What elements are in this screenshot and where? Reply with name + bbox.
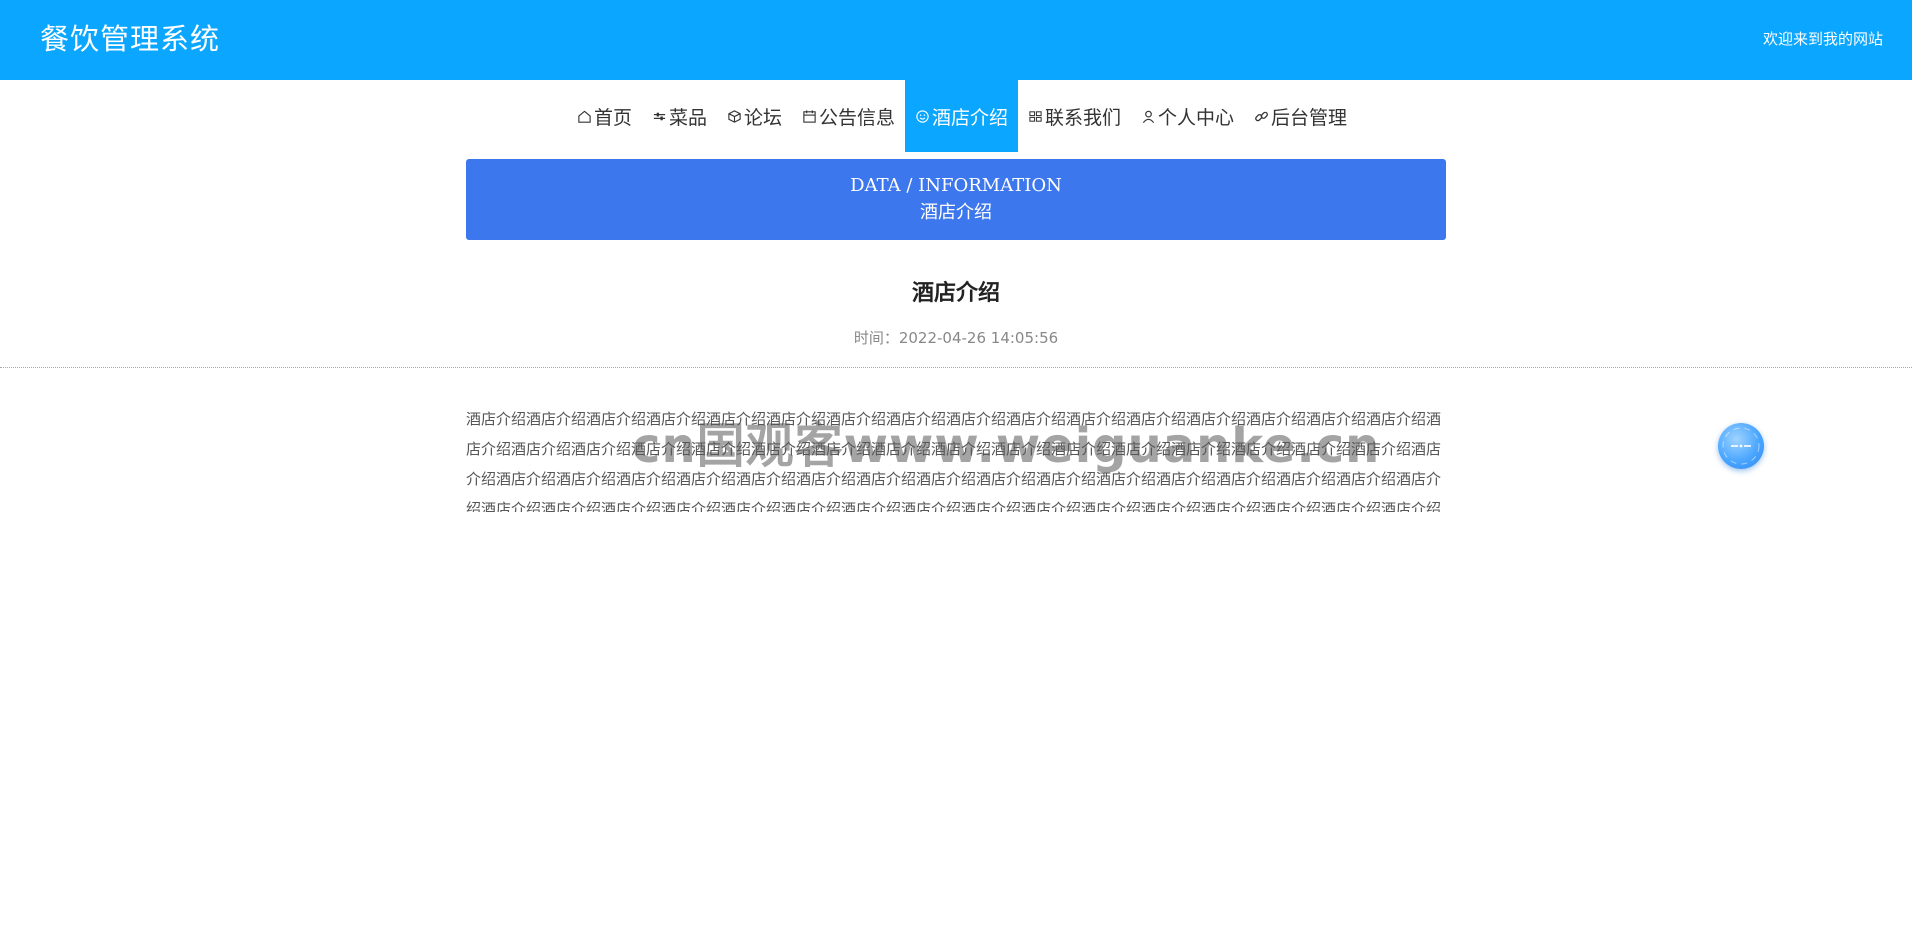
cube-icon <box>727 109 742 124</box>
banner-title-cn: 酒店介绍 <box>920 202 992 223</box>
article-time: 时间：2022-04-26 14:05:56 <box>853 329 1059 347</box>
nav-item-dishes[interactable]: 菜品 <box>642 80 717 152</box>
section-banner: DATA / INFORMATION 酒店介绍 <box>466 159 1446 240</box>
home-icon <box>577 109 592 124</box>
main-nav: 首页 菜品 论坛 公告信息 酒店介绍 联系我们 个人中心 后台管理 <box>0 80 1912 152</box>
nav-label: 酒店介绍 <box>932 106 1009 129</box>
nav-item-admin[interactable]: 后台管理 <box>1244 80 1357 152</box>
nav-item-forum[interactable]: 论坛 <box>717 80 792 152</box>
float-menu-icon <box>1722 427 1760 465</box>
nav-item-contact[interactable]: 联系我们 <box>1018 80 1131 152</box>
nav-item-hotel-intro[interactable]: 酒店介绍 <box>905 80 1019 152</box>
grid-icon <box>1028 109 1043 124</box>
nav-item-profile[interactable]: 个人中心 <box>1131 80 1244 152</box>
nav-label: 首页 <box>593 106 632 129</box>
banner-title-en: DATA / INFORMATION <box>850 175 1062 196</box>
nav-label: 论坛 <box>743 106 782 129</box>
nav-item-home[interactable]: 首页 <box>567 80 642 152</box>
nav-label: 公告信息 <box>818 106 895 129</box>
welcome-text: 欢迎来到我的网站 <box>1762 30 1883 48</box>
user-icon <box>1141 109 1156 124</box>
nav-label: 联系我们 <box>1045 106 1122 129</box>
nav-label: 菜品 <box>668 106 707 129</box>
nav-label: 个人中心 <box>1158 106 1235 129</box>
article-title: 酒店介绍 <box>911 281 1000 306</box>
article-body: 酒店介绍酒店介绍酒店介绍酒店介绍酒店介绍酒店介绍酒店介绍酒店介绍酒店介绍酒店介绍… <box>466 410 1442 512</box>
nav-item-announcements[interactable]: 公告信息 <box>792 80 905 152</box>
nav-label: 后台管理 <box>1271 106 1348 129</box>
floating-menu-button[interactable] <box>1718 423 1764 469</box>
divider <box>0 367 1912 368</box>
link-icon <box>1254 109 1269 124</box>
site-title[interactable]: 餐饮管理系统 <box>40 20 220 58</box>
sliders-icon <box>652 109 667 124</box>
calendar-icon <box>802 109 817 124</box>
smile-icon <box>915 109 930 124</box>
header-bar: 餐饮管理系统 欢迎来到我的网站 <box>0 0 1912 80</box>
